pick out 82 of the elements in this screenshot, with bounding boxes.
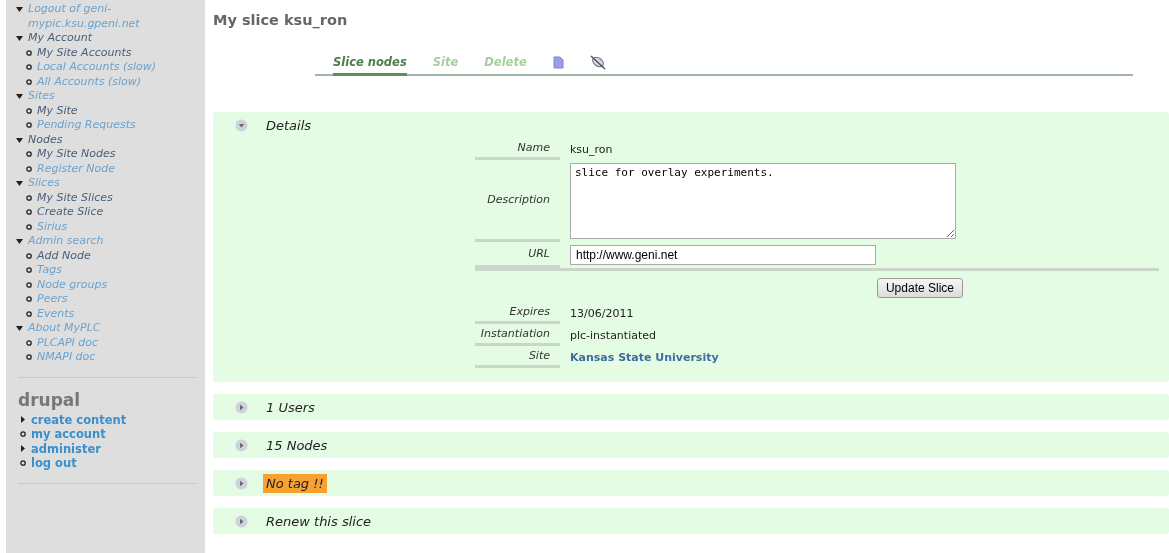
block-title: drupal <box>18 389 82 410</box>
tab[interactable]: Delete <box>484 51 527 76</box>
caret-icon <box>16 94 23 99</box>
bullet-icon <box>26 223 32 230</box>
menu-link[interactable]: Peers <box>37 292 68 307</box>
section-title[interactable]: Details <box>263 115 315 135</box>
menu-link[interactable]: My Site <box>37 103 78 118</box>
field-value: ksu_ron <box>570 142 613 156</box>
section-title[interactable]: 1 Users <box>263 397 318 417</box>
bullet-icon <box>26 122 32 129</box>
bullet-icon <box>26 354 32 361</box>
menu-link[interactable]: Slices <box>28 176 178 191</box>
tab[interactable]: Site <box>432 51 459 76</box>
menu-link[interactable]: NMAPI doc <box>37 350 96 365</box>
bullet-icon <box>26 151 32 158</box>
menu-link[interactable]: Tags <box>37 263 63 278</box>
section-title[interactable]: No tag !! <box>263 473 327 493</box>
field-label: Description <box>487 193 550 206</box>
page-title: My slice ksu_ron <box>213 12 349 28</box>
caret-icon <box>16 137 23 143</box>
bullet-icon <box>26 49 32 56</box>
admin-link[interactable]: create content <box>31 412 127 427</box>
caret-icon <box>16 326 23 331</box>
menu-link[interactable]: All Accounts (slow) <box>37 74 142 89</box>
menu-link[interactable]: Register Node <box>37 161 115 176</box>
field-label: Instantiation <box>480 327 550 340</box>
admin-link[interactable]: my account <box>31 427 106 442</box>
menu-link[interactable]: Pending Requests <box>37 118 136 133</box>
menu-link[interactable]: Sites <box>28 89 178 104</box>
bullet-icon <box>26 267 32 274</box>
bullet-icon <box>26 64 32 71</box>
bullet-icon <box>26 281 32 288</box>
bullet-icon <box>26 339 32 346</box>
bullet-icon <box>26 310 32 317</box>
bullet-icon <box>26 194 32 201</box>
menu-link[interactable]: Logout of geni-mypic.ksu.gpeni.net <box>28 2 178 31</box>
description-field[interactable]: slice for overlay experiments. <box>570 163 956 239</box>
bullet-icon <box>26 78 32 85</box>
expand-icon[interactable] <box>235 438 248 452</box>
field-label: Expires <box>509 305 550 318</box>
expand-icon[interactable] <box>235 476 248 490</box>
site-link[interactable]: Kansas State University <box>570 350 719 364</box>
menu-link[interactable]: Local Accounts (slow) <box>37 60 157 75</box>
url-field[interactable]: http://www.geni.net <box>570 245 876 265</box>
menu-link[interactable]: My Site Nodes <box>37 147 116 162</box>
menu-link[interactable]: Node groups <box>37 277 108 292</box>
tab[interactable]: Slice nodes <box>333 51 407 76</box>
bullet-icon <box>26 296 32 303</box>
bullet-icon <box>26 209 32 216</box>
caret-icon <box>16 7 23 12</box>
menu-link[interactable]: PLCAPI doc <box>37 335 99 350</box>
field-value: plc-instantiated <box>570 328 656 342</box>
menu-link[interactable]: Sirius <box>37 219 68 234</box>
field-value: 13/06/2011 <box>570 306 634 320</box>
section-title[interactable]: Renew this slice <box>263 511 375 531</box>
menu-link[interactable]: Nodes <box>28 132 178 147</box>
menu-link[interactable]: Admin search <box>28 234 178 249</box>
menu-link[interactable]: My Site Accounts <box>37 45 132 60</box>
admin-link[interactable]: log out <box>31 456 77 471</box>
menu-link[interactable]: Events <box>37 306 75 321</box>
caret-icon <box>16 36 23 41</box>
menu-link[interactable]: Create Slice <box>37 205 104 220</box>
expand-icon[interactable] <box>235 400 248 414</box>
field-label: URL <box>528 247 550 260</box>
caret-icon <box>16 181 23 186</box>
document-icon[interactable] <box>552 55 564 69</box>
menu-link[interactable]: Add Node <box>37 248 91 263</box>
collapse-icon[interactable] <box>235 118 248 132</box>
menu-link[interactable]: My Account <box>28 31 178 46</box>
satellite-dish-icon[interactable] <box>589 54 606 70</box>
menu-link[interactable]: My Site Slices <box>37 190 113 205</box>
caret-icon <box>16 239 23 244</box>
expand-icon[interactable] <box>235 514 248 528</box>
section-title[interactable]: 15 Nodes <box>263 435 331 455</box>
admin-link[interactable]: administer <box>31 441 101 456</box>
field-label: Name <box>517 141 550 154</box>
bullet-icon <box>26 107 32 114</box>
menu-link[interactable]: About MyPLC <box>28 321 178 336</box>
update-button[interactable]: Update Slice <box>876 278 963 298</box>
field-label: Site <box>528 349 550 362</box>
bullet-icon <box>26 252 32 259</box>
bullet-icon <box>26 165 32 172</box>
